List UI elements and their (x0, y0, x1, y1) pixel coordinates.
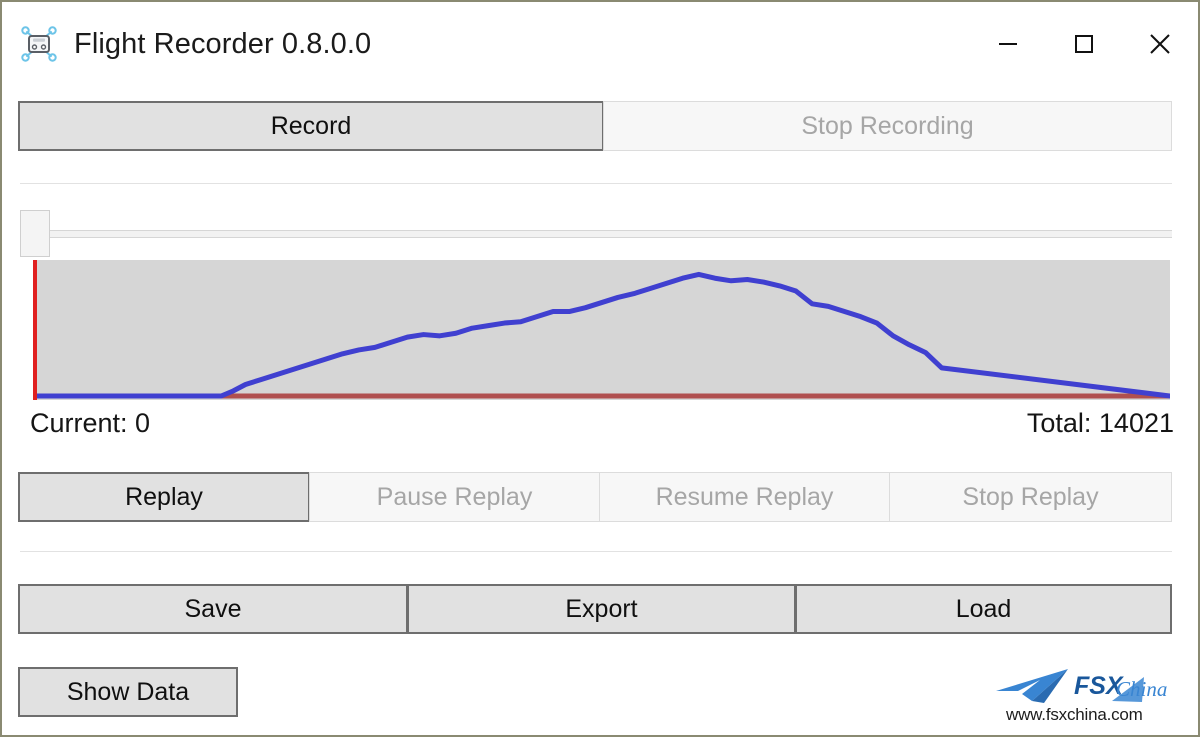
window-controls (970, 2, 1198, 86)
maximize-button[interactable] (1046, 2, 1122, 86)
export-button[interactable]: Export (407, 584, 796, 634)
title-bar: Flight Recorder 0.8.0.0 (2, 2, 1198, 86)
stop-replay-button[interactable]: Stop Replay (889, 472, 1172, 522)
minimize-button[interactable] (970, 2, 1046, 86)
timeline-slider-track[interactable] (30, 230, 1172, 238)
separator-top (20, 183, 1172, 184)
show-data-button[interactable]: Show Data (18, 667, 238, 717)
recording-button-row: Record Stop Recording (18, 101, 1172, 151)
flight-recorder-window: Flight Recorder 0.8.0.0 Record Stop Reco… (0, 0, 1200, 737)
current-frame-label: Current: 0 (30, 407, 151, 438)
flight-recorder-icon (18, 23, 60, 65)
flight-altitude-chart[interactable] (33, 260, 1170, 400)
chart-canvas (35, 260, 1170, 400)
maximize-icon (1075, 35, 1093, 53)
minimize-icon (999, 43, 1017, 45)
pause-replay-button[interactable]: Pause Replay (309, 472, 600, 522)
show-data-row: Show Data (18, 667, 238, 717)
close-button[interactable] (1122, 2, 1198, 86)
replay-button[interactable]: Replay (18, 472, 310, 522)
watermark-url: www.fsxchina.com (1006, 705, 1143, 724)
total-frames-label: Total: 14021 (1026, 407, 1174, 438)
file-button-row: Save Export Load (18, 584, 1172, 634)
chart-playhead-marker[interactable] (31, 260, 39, 400)
playback-status-row: Current: 0 Total: 14021 (30, 402, 1174, 444)
close-icon (1150, 34, 1170, 54)
fsxchina-watermark: FSX China www.fsxchina.com (992, 661, 1188, 727)
timeline-slider[interactable] (20, 210, 1172, 258)
stop-recording-button[interactable]: Stop Recording (603, 101, 1172, 151)
load-button[interactable]: Load (795, 584, 1172, 634)
record-button[interactable]: Record (18, 101, 604, 151)
separator-bottom (20, 551, 1172, 552)
replay-button-row: Replay Pause Replay Resume Replay Stop R… (18, 472, 1172, 522)
chart-plot-background (35, 260, 1170, 400)
resume-replay-button[interactable]: Resume Replay (599, 472, 890, 522)
timeline-slider-thumb[interactable] (20, 210, 50, 257)
paper-plane-icon: FSX China (996, 669, 1167, 703)
window-title: Flight Recorder 0.8.0.0 (74, 27, 372, 60)
save-button[interactable]: Save (18, 584, 408, 634)
